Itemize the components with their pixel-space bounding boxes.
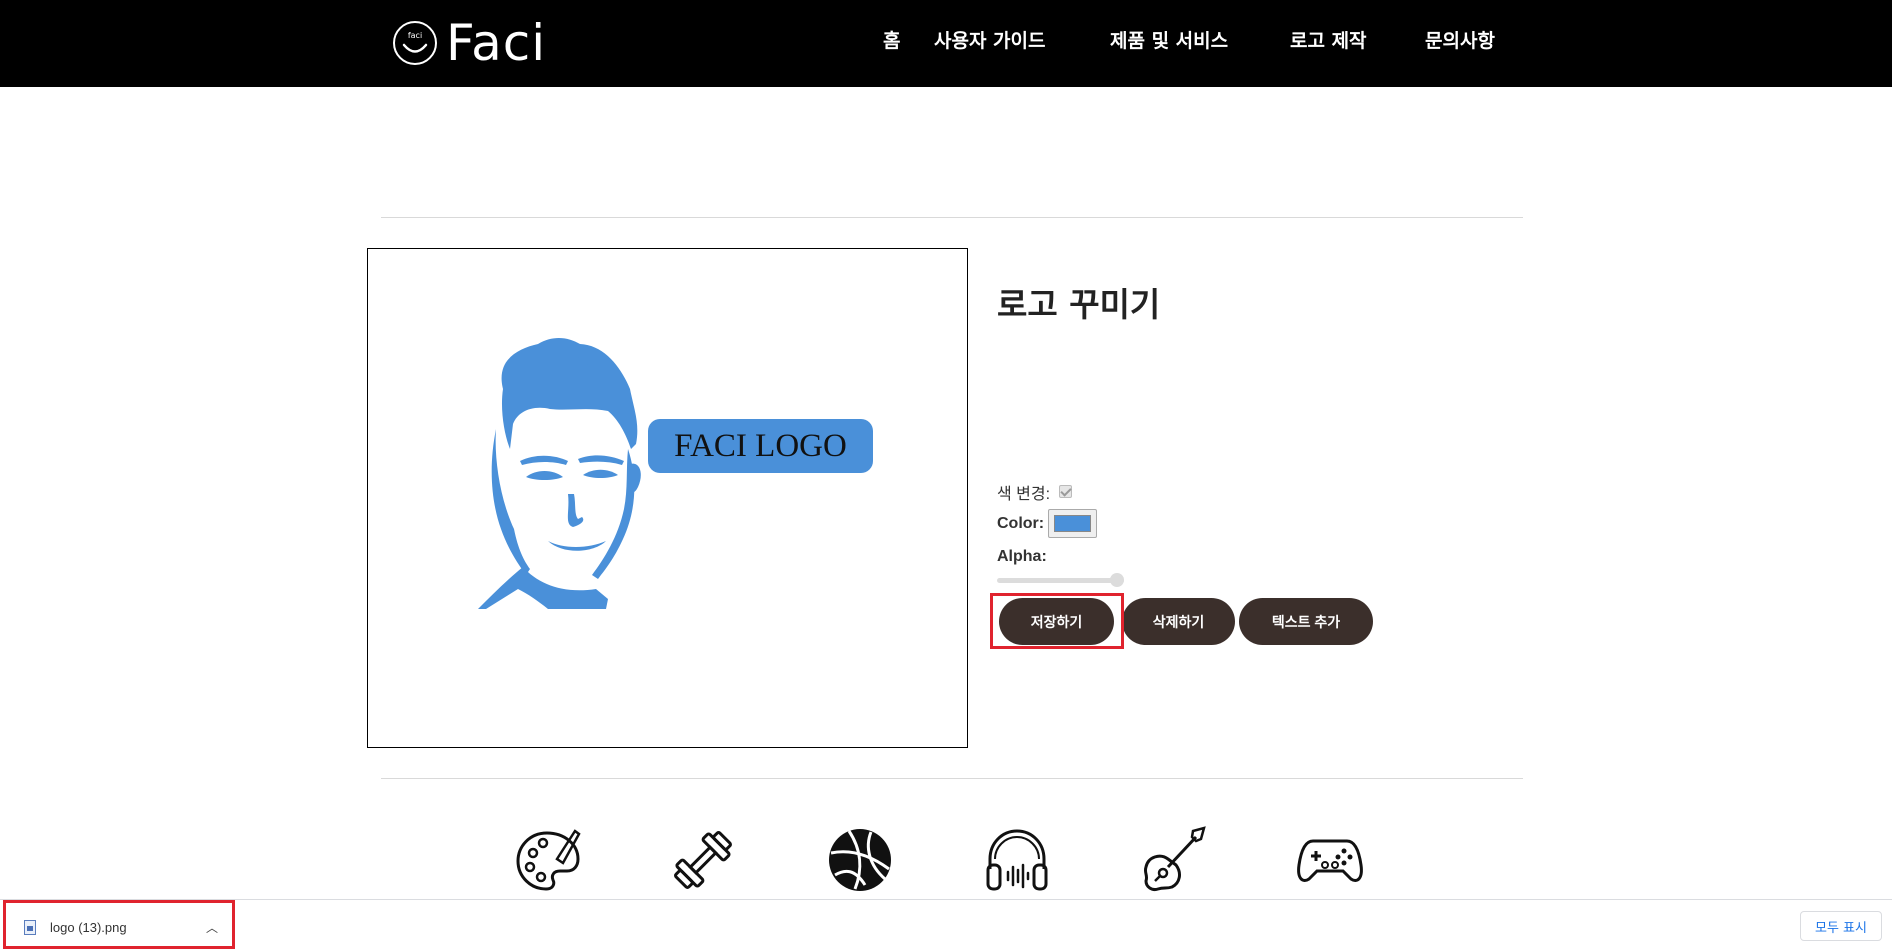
svg-text:faci: faci (408, 31, 422, 40)
face-logo-image (478, 337, 641, 609)
color-change-checkbox[interactable] (1059, 485, 1072, 498)
color-label: Color: (997, 515, 1044, 533)
color-label-text: Color: (997, 515, 1045, 532)
site-header: faci Faci 홈 사용자 가이드 제품 및 서비스 로고 제작 문의사항 (0, 0, 1892, 87)
color-picker-swatch (1054, 515, 1091, 532)
divider (381, 217, 1523, 218)
headphones-icon[interactable] (982, 825, 1052, 895)
nav-products-services[interactable]: 제품 및 서비스 (1110, 26, 1228, 53)
brand-name: Faci (446, 14, 547, 72)
color-change-label: 색 변경: (997, 486, 1051, 503)
delete-button[interactable]: 삭제하기 (1122, 598, 1235, 645)
text-bubble[interactable]: FACI LOGO (648, 419, 873, 473)
bubble-text: FACI LOGO (674, 427, 847, 464)
smiley-logo-icon: faci (393, 21, 437, 65)
add-text-button[interactable]: 텍스트 추가 (1239, 598, 1373, 645)
palette-icon[interactable] (513, 825, 583, 895)
nav-inquiry[interactable]: 문의사항 (1425, 26, 1495, 53)
color-picker[interactable] (1048, 509, 1097, 538)
logo-canvas[interactable]: FACI LOGO (367, 248, 968, 748)
download-highlight-box (3, 900, 235, 949)
show-all-button[interactable]: 모두 표시 (1800, 911, 1882, 941)
nav-home[interactable]: 홈 (883, 26, 900, 53)
nav-user-guide[interactable]: 사용자 가이드 (934, 26, 1046, 53)
alpha-label-text: Alpha: (997, 548, 1047, 565)
download-bar: logo (13).png ︿ 모두 표시 (0, 899, 1892, 951)
page-title: 로고 꾸미기 (997, 285, 1161, 324)
basketball-icon[interactable] (825, 825, 895, 895)
save-highlight-box (990, 593, 1124, 649)
guitar-icon[interactable] (1138, 825, 1208, 895)
alpha-slider-thumb[interactable] (1110, 573, 1124, 587)
alpha-slider-track (997, 578, 1124, 583)
divider-bottom (381, 778, 1523, 779)
gamepad-icon[interactable] (1295, 825, 1365, 895)
alpha-slider[interactable] (997, 572, 1124, 588)
alpha-label: Alpha: (997, 548, 1047, 566)
nav-logo-maker[interactable]: 로고 제작 (1290, 26, 1367, 53)
brand-logo[interactable]: faci Faci (392, 18, 546, 68)
dumbbell-icon[interactable] (668, 825, 738, 895)
